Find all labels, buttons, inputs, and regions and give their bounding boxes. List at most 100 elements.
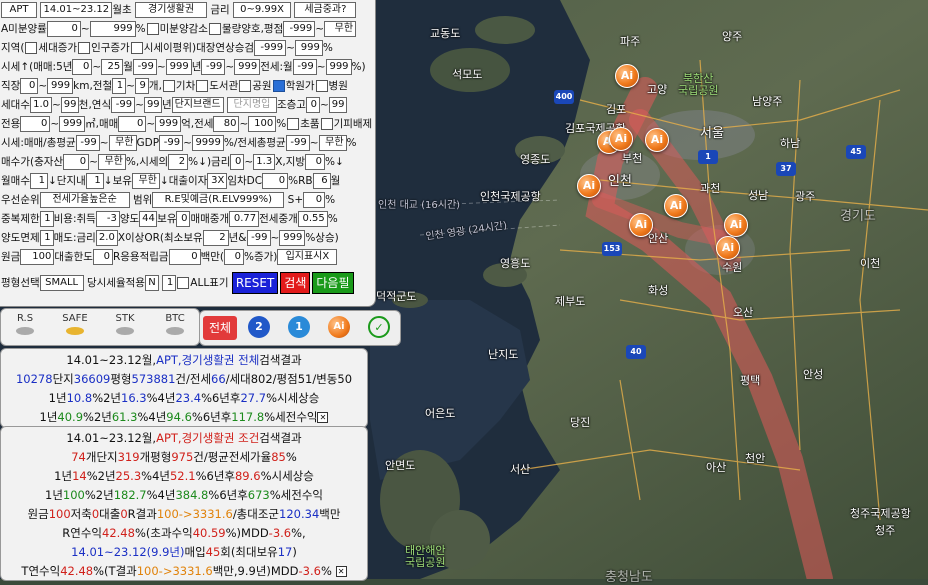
area-min[interactable]: 0 (20, 116, 51, 132)
tab-check-icon[interactable]: ✓ (368, 316, 390, 338)
region-select[interactable]: 경기생활권 (135, 2, 208, 18)
indicator-safe[interactable]: SAFE (57, 313, 93, 335)
rent-dc[interactable]: 0 (262, 173, 289, 189)
rise-max[interactable]: 999 (279, 230, 306, 246)
work-max[interactable]: 999 (47, 78, 74, 94)
price-a-min[interactable]: 0 (72, 59, 93, 75)
park-checkbox[interactable] (239, 80, 252, 92)
subway-min[interactable]: 1 (112, 78, 127, 94)
in-complex[interactable]: 1 (85, 173, 104, 189)
apply-rate-select[interactable]: N (144, 275, 159, 291)
brand-button[interactable]: 단지브랜드 (171, 97, 224, 113)
tab-ai-icon[interactable]: Ai (328, 316, 350, 338)
apt-marker[interactable]: Ai (716, 236, 740, 260)
tab-all[interactable]: 전체 (203, 316, 237, 340)
rb-input[interactable]: 6 (312, 173, 331, 189)
indicator-btc[interactable]: BTC (157, 313, 193, 335)
apt-marker[interactable]: Ai (615, 64, 639, 88)
jeonse-rate-min[interactable]: 80 (213, 116, 240, 132)
price-ma-checkbox[interactable] (130, 42, 143, 54)
price-b-min[interactable]: -99 (132, 59, 157, 75)
jeonse-avg-min[interactable]: -99 (285, 135, 310, 151)
avg-min[interactable]: -99 (75, 135, 100, 151)
leader-max[interactable]: 999 (294, 40, 323, 56)
r-saving[interactable]: 0 (168, 249, 201, 265)
price-c-max[interactable]: 999 (234, 59, 261, 75)
jeonse-avg-max[interactable]: 무한 (318, 135, 347, 151)
price-a-max[interactable]: 25 (101, 59, 124, 75)
range-select[interactable]: R.E및예금(R.ELV999%) (152, 192, 285, 208)
rise-min[interactable]: -99 (246, 230, 271, 246)
hold-input[interactable]: 무한 (131, 173, 160, 189)
holding-cost[interactable]: 0 (176, 211, 191, 227)
elementary-checkbox[interactable] (287, 118, 300, 130)
search-button[interactable]: 검색 (280, 272, 311, 294)
price-c-min[interactable]: -99 (201, 59, 226, 75)
priority-select[interactable]: 전세가율높은순 (39, 192, 130, 208)
s-input[interactable]: 0 (303, 192, 326, 208)
gdp-min[interactable]: -99 (159, 135, 184, 151)
age-min[interactable]: -99 (111, 97, 136, 113)
score-max[interactable]: 무한 (324, 21, 357, 37)
age-max[interactable]: 99 (143, 97, 162, 113)
rate-max[interactable]: 1.3 (253, 154, 276, 170)
apt-marker[interactable]: Ai (724, 213, 748, 237)
type-select[interactable]: APT (1, 2, 37, 18)
subway-max[interactable]: 9 (134, 78, 149, 94)
sale-min[interactable]: 0 (118, 116, 147, 132)
leader-min[interactable]: -999 (254, 40, 287, 56)
apt-marker[interactable]: Ai (577, 174, 601, 198)
rate-input[interactable]: 0~9.99X (233, 2, 292, 18)
exclude-avoid-checkbox[interactable] (320, 118, 333, 130)
apt-marker[interactable]: Ai (645, 128, 669, 152)
jeonse-max[interactable]: 999 (325, 59, 352, 75)
floor-max[interactable]: 99 (328, 97, 347, 113)
gdp-max[interactable]: 9999 (191, 135, 224, 151)
rate-min[interactable]: 0 (230, 154, 245, 170)
unsold-min[interactable]: 0 (46, 21, 81, 37)
apt-marker[interactable]: Ai (629, 213, 653, 237)
good-supply-checkbox[interactable] (208, 23, 221, 35)
period-input[interactable]: 14.01~23.12 (40, 2, 113, 18)
loan-interest[interactable]: 3X (207, 173, 228, 189)
transfer-exempt[interactable]: 1 (39, 230, 54, 246)
household-max[interactable]: 99 (60, 97, 79, 113)
household-min[interactable]: 1.0 (29, 97, 52, 113)
reset-button[interactable]: RESET (231, 272, 279, 294)
monthly-buy[interactable]: 1 (29, 173, 48, 189)
jeonse-min[interactable]: -99 (292, 59, 317, 75)
count-input[interactable]: 1 (162, 275, 177, 291)
area-max[interactable]: 999 (59, 116, 86, 132)
close-icon[interactable]: ✕ (317, 412, 329, 423)
dup-limit[interactable]: 1 (39, 211, 54, 227)
jeonse-brokerage[interactable]: 0.55 (297, 211, 328, 227)
acquisition-cost[interactable]: -3 (95, 211, 120, 227)
location-toggle-button[interactable]: 입지표시X (277, 249, 338, 265)
apt-marker[interactable]: Ai (664, 194, 688, 218)
unsold-decrease-checkbox[interactable] (146, 23, 159, 35)
train-checkbox[interactable] (162, 80, 175, 92)
asset-max[interactable]: 무한 (97, 154, 126, 170)
principal-input[interactable]: 100 (20, 249, 55, 265)
tab-2-icon[interactable]: 2 (248, 316, 270, 338)
hospital-checkbox[interactable] (315, 80, 328, 92)
sale-brokerage[interactable]: 0.77 (229, 211, 260, 227)
all-display-checkbox[interactable] (177, 277, 190, 289)
apt-marker[interactable]: Ai (609, 127, 633, 151)
loan-limit[interactable]: 0 (92, 249, 113, 265)
work-min[interactable]: 0 (20, 78, 39, 94)
price-b-max[interactable]: 999 (165, 59, 192, 75)
population-increase-checkbox[interactable] (78, 42, 91, 54)
household-increase-checkbox[interactable] (25, 42, 38, 54)
avg-max[interactable]: 무한 (108, 135, 137, 151)
library-checkbox[interactable] (196, 80, 209, 92)
transfer-cost[interactable]: 44 (139, 211, 158, 227)
indicator-rs[interactable]: R.S (7, 313, 43, 335)
indicator-stk[interactable]: STK (107, 313, 143, 335)
next-button[interactable]: 다음필 (312, 272, 354, 294)
min-hold[interactable]: 2 (202, 230, 229, 246)
floor-min[interactable]: 0 (305, 97, 320, 113)
jeonse-rate-max[interactable]: 100 (248, 116, 277, 132)
asset-min[interactable]: 0 (63, 154, 90, 170)
size-select[interactable]: SMALL (39, 275, 84, 291)
